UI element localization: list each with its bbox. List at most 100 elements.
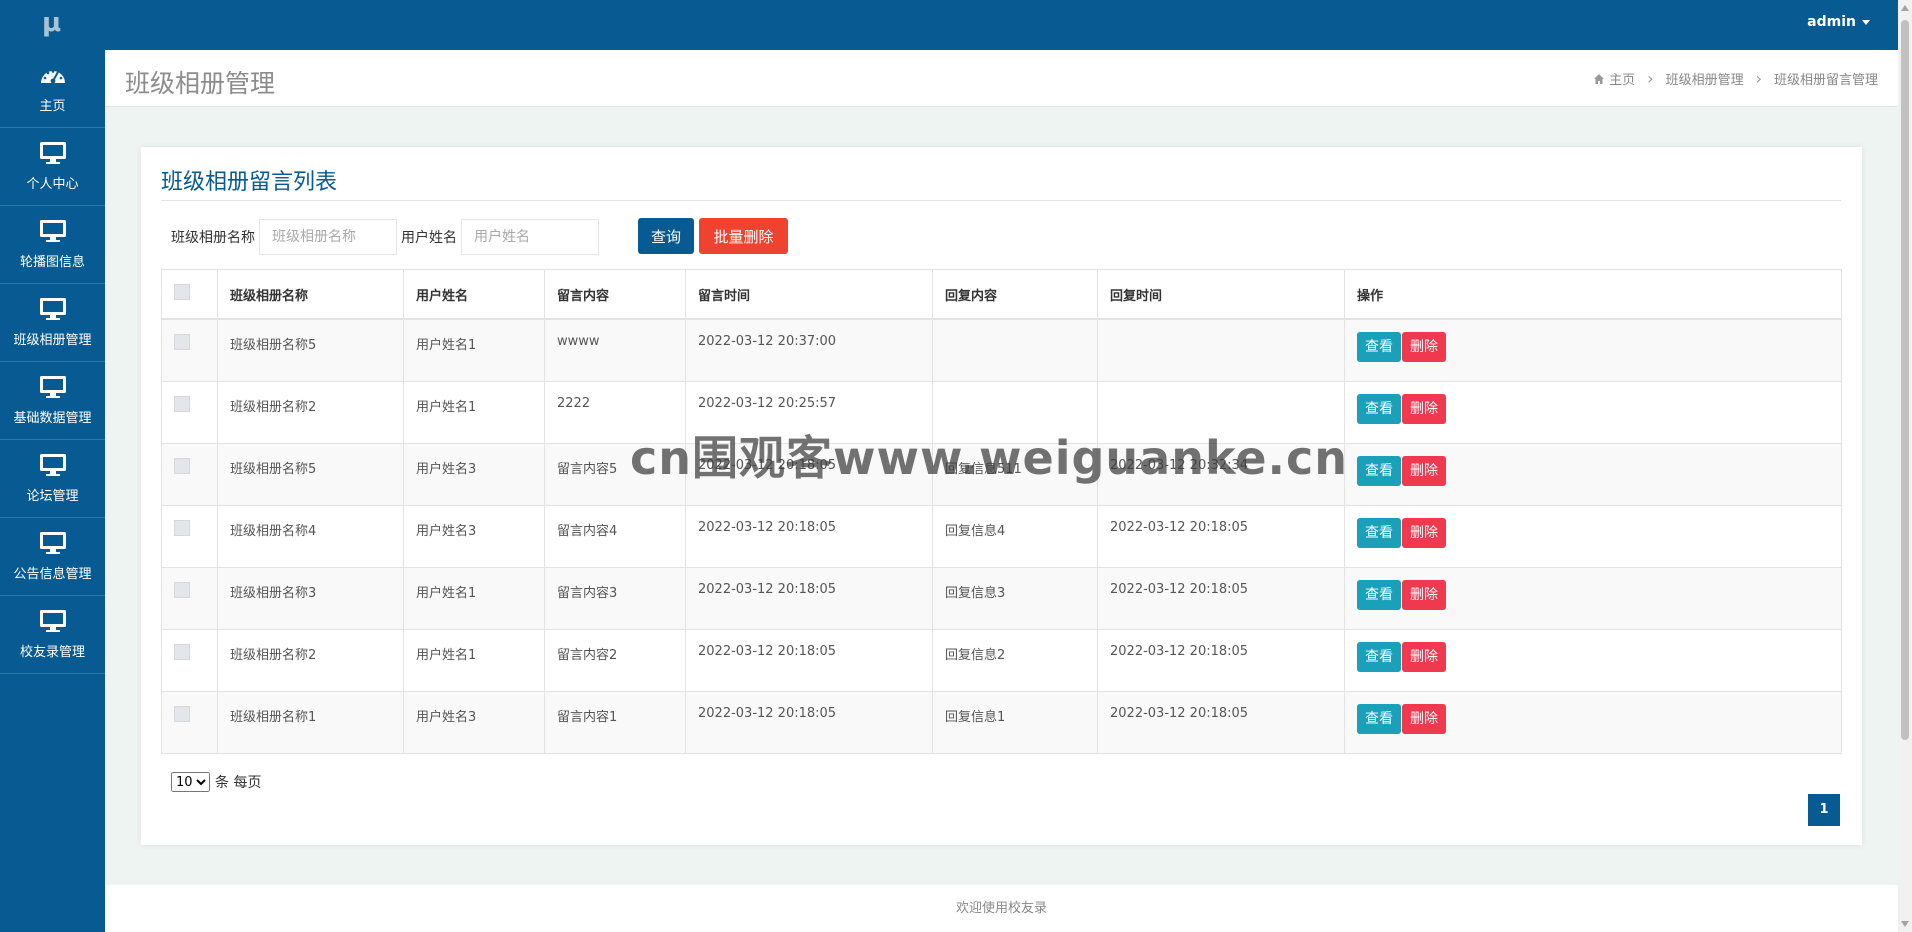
album-name-input[interactable]: [259, 219, 397, 255]
row-checkbox[interactable]: [174, 395, 190, 412]
card-title: 班级相册留言列表: [161, 170, 338, 195]
table-cell: 回复信息511: [932, 442, 1098, 506]
monitor-icon: [39, 610, 66, 632]
table-cell: 留言内容2: [544, 628, 686, 692]
breadcrumb-item: 主页: [1609, 73, 1636, 88]
sidebar-item[interactable]: 主页: [0, 50, 105, 128]
list-card: 班级相册留言列表 班级相册名称 用户姓名 查询 批量删除 班级相册名称 用户姓名…: [141, 147, 1862, 845]
table-row: 班级相册名称5 用户姓名3 留言内容5 2022-03-12 20:18:05 回复信息…: [161, 442, 1842, 506]
column-header[interactable]: 班级相册名称: [217, 269, 404, 320]
table-cell: 班级相册名称5: [217, 442, 404, 506]
sidebar-item-label: 个人中心: [26, 177, 79, 192]
table-cell: 回复信息3: [932, 566, 1098, 630]
delete-button[interactable]: 删除: [1402, 332, 1446, 362]
row-select-cell: [161, 628, 218, 692]
column-header[interactable]: 回复内容: [932, 269, 1098, 320]
table-cell: 回复信息4: [932, 504, 1098, 568]
view-button[interactable]: 查看: [1357, 641, 1401, 672]
sidebar-item[interactable]: 公告信息管理: [0, 518, 105, 596]
row-checkbox[interactable]: [174, 457, 190, 474]
row-select-cell: [161, 442, 218, 506]
scroll-down-arrow-icon[interactable]: [1901, 921, 1909, 927]
table-cell: wwww: [544, 318, 686, 382]
page-title: 班级相册管理: [125, 69, 276, 98]
row-select-cell: [161, 504, 218, 568]
row-checkbox[interactable]: [174, 334, 190, 350]
column-header[interactable]: 留言时间: [685, 269, 933, 320]
user-name-label: 用户姓名: [401, 230, 457, 246]
table-cell: 2022-03-12 20:18:05: [1097, 566, 1345, 630]
table-cell: 班级相册名称3: [217, 566, 404, 630]
table-cell: 2022-03-12 20:25:57: [685, 380, 933, 444]
sidebar-item[interactable]: 基础数据管理: [0, 362, 105, 440]
sidebar-item[interactable]: 校友录管理: [0, 596, 105, 674]
table-cell: 用户姓名1: [403, 318, 545, 382]
delete-button[interactable]: 删除: [1402, 393, 1446, 424]
user-name-input[interactable]: [461, 219, 599, 255]
row-checkbox[interactable]: [174, 705, 190, 722]
row-checkbox[interactable]: [174, 581, 190, 598]
app-logo: μ: [42, 8, 62, 38]
select-all-checkbox[interactable]: [174, 284, 190, 300]
table-cell: 用户姓名1: [403, 566, 545, 630]
delete-button[interactable]: 删除: [1402, 517, 1446, 548]
user-name: admin: [1807, 14, 1856, 30]
page-size-select[interactable]: 10: [171, 772, 210, 792]
row-checkbox[interactable]: [174, 519, 190, 536]
breadcrumb-item[interactable]: 班级相册管理: [1666, 69, 1744, 88]
row-select-cell: [161, 380, 218, 444]
monitor-icon: [39, 142, 66, 164]
sidebar: 主页个人中心轮播图信息班级相册管理基础数据管理论坛管理公告信息管理 校友录管理: [0, 50, 105, 932]
view-button[interactable]: 查看: [1357, 703, 1401, 734]
view-button[interactable]: 查看: [1357, 332, 1401, 362]
table-cell: 回复信息2: [932, 628, 1098, 692]
table-cell: [1097, 318, 1345, 382]
bulk-delete-button[interactable]: 批量删除: [699, 218, 788, 254]
scrollbar-thumb[interactable]: [1901, 20, 1909, 740]
query-button[interactable]: 查询: [638, 218, 694, 254]
row-checkbox[interactable]: [174, 643, 190, 660]
table-cell: [932, 318, 1098, 382]
pagination-page-button[interactable]: 1: [1808, 794, 1840, 826]
action-cell: 查看 删除: [1344, 442, 1842, 506]
delete-button[interactable]: 删除: [1402, 455, 1446, 486]
view-button[interactable]: 查看: [1357, 579, 1401, 610]
action-cell: 查看 删除: [1344, 380, 1842, 444]
sidebar-item-label: 论坛管理: [26, 489, 79, 504]
column-header[interactable]: 留言内容: [544, 269, 686, 320]
sidebar-item[interactable]: 个人中心: [0, 128, 105, 206]
column-header[interactable]: 回复时间: [1097, 269, 1345, 320]
sidebar-item[interactable]: 轮播图信息: [0, 206, 105, 284]
table-cell: 用户姓名1: [403, 628, 545, 692]
vertical-scrollbar[interactable]: [1898, 0, 1912, 932]
table-cell: 留言内容4: [544, 504, 686, 568]
column-header[interactable]: 用户姓名: [403, 269, 545, 320]
breadcrumb-home[interactable]: 主页: [1593, 69, 1635, 88]
table-row: 班级相册名称5 用户姓名1 wwww 2022-03-12 20:37:00 查看 删除: [161, 318, 1842, 382]
view-button[interactable]: 查看: [1357, 455, 1401, 486]
top-bar: μ admin: [0, 0, 1912, 50]
caret-down-icon: [1862, 19, 1870, 25]
sidebar-item[interactable]: 班级相册管理: [0, 284, 105, 362]
delete-button[interactable]: 删除: [1402, 641, 1446, 672]
user-menu[interactable]: admin: [1807, 14, 1870, 30]
view-button[interactable]: 查看: [1357, 517, 1401, 548]
select-all-header: [161, 269, 218, 320]
sidebar-item[interactable]: 论坛管理: [0, 440, 105, 518]
column-header: 操作: [1344, 269, 1842, 320]
delete-button[interactable]: 删除: [1402, 579, 1446, 610]
table-cell: [932, 380, 1098, 444]
sidebar-item-label: 班级相册管理: [13, 333, 92, 348]
action-cell: 查看 删除: [1344, 566, 1842, 630]
breadcrumb-item: 班级相册留言管理: [1773, 73, 1878, 88]
table-cell: 2022-03-12 20:18:05: [1097, 690, 1345, 754]
view-button[interactable]: 查看: [1357, 393, 1401, 424]
table-cell: 2022-03-12 20:18:05: [685, 566, 933, 630]
dashboard-icon: [40, 70, 65, 84]
monitor-icon: [39, 376, 66, 398]
delete-button[interactable]: 删除: [1402, 703, 1446, 734]
table-cell: 班级相册名称4: [217, 504, 404, 568]
sidebar-item-label: 主页: [39, 99, 66, 114]
scroll-up-arrow-icon[interactable]: [1901, 5, 1909, 11]
table-cell: 2022-03-12 20:32:34: [1097, 442, 1345, 506]
